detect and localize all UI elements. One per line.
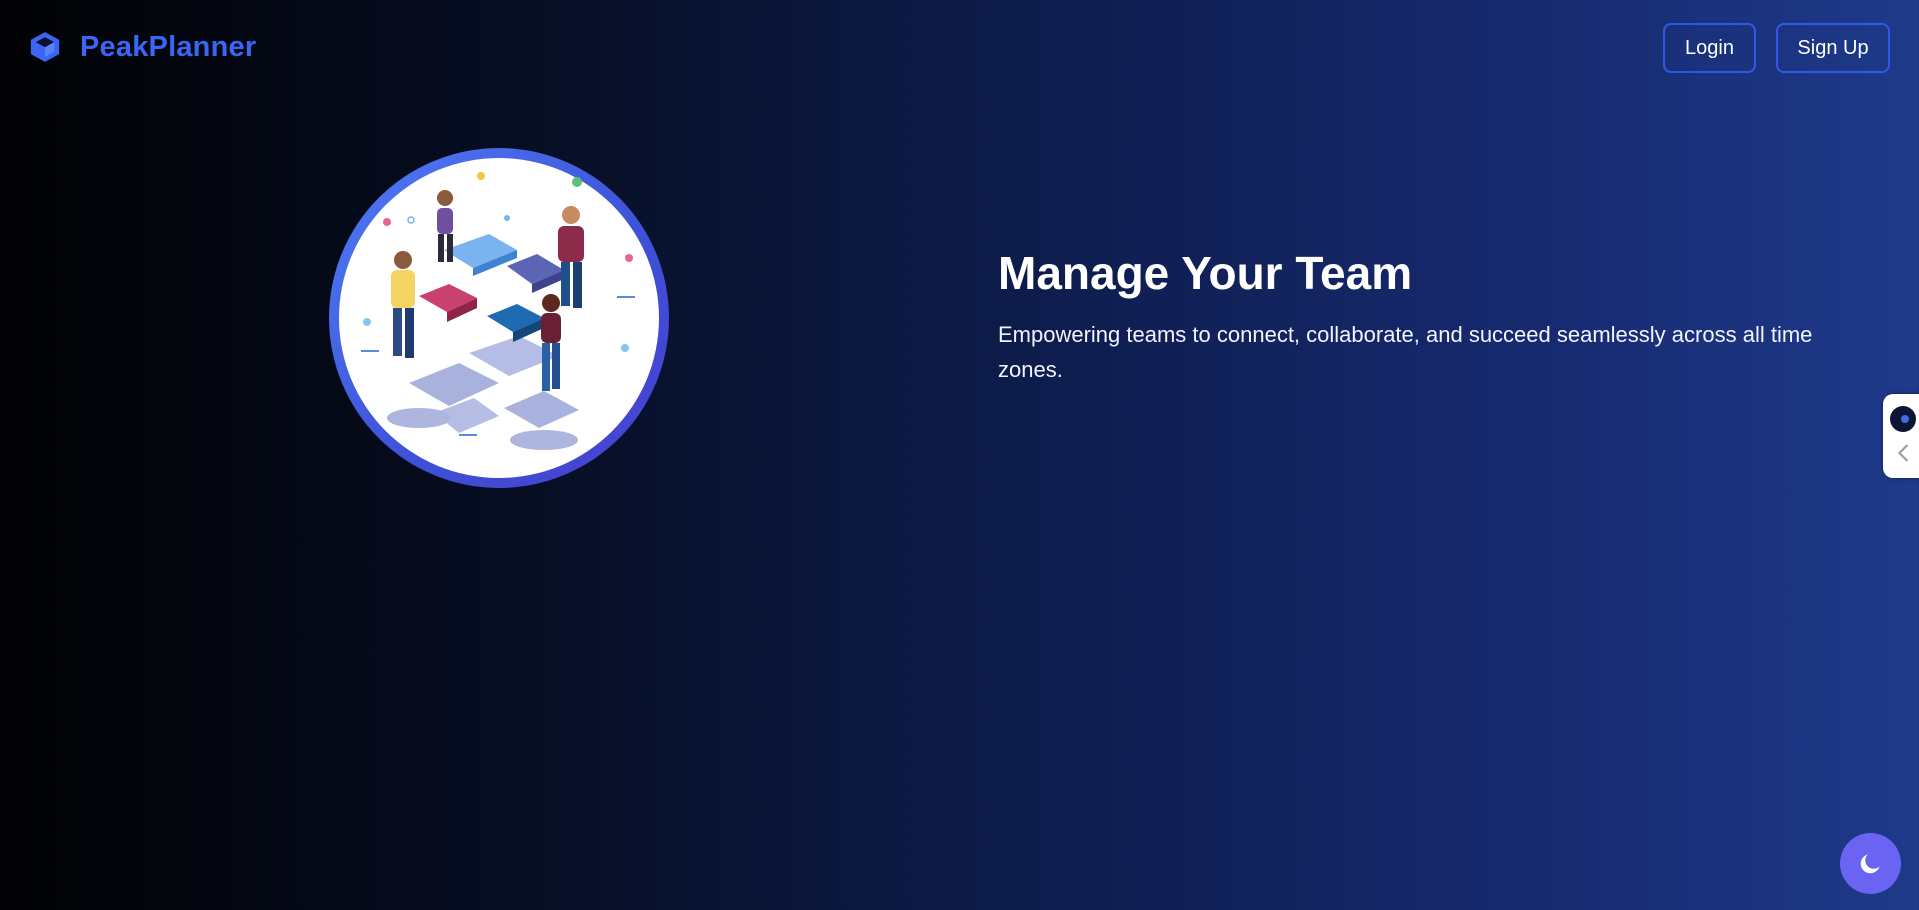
signup-button[interactable]: Sign Up [1776,23,1890,73]
assistant-dot-icon[interactable] [1890,406,1916,432]
brand-logo-link[interactable]: PeakPlanner [28,30,256,64]
brand-name: PeakPlanner [80,30,257,63]
top-navbar: PeakPlanner Login Sign Up [0,0,1919,100]
theme-toggle-button[interactable] [1840,833,1901,894]
cube-icon [30,32,60,62]
hero-title: Manage Your Team [998,247,1413,299]
side-panel-tab[interactable] [1883,394,1919,478]
team-puzzle-illustration [339,158,659,478]
hero-illustration [329,148,669,488]
chevron-left-icon[interactable] [1893,442,1915,464]
hero-section: Manage Your Team Empowering teams to con… [998,246,1848,387]
hero-subtitle: Empowering teams to connect, collaborate… [998,322,1813,383]
moon-icon [1860,854,1880,874]
login-button[interactable]: Login [1663,23,1756,73]
